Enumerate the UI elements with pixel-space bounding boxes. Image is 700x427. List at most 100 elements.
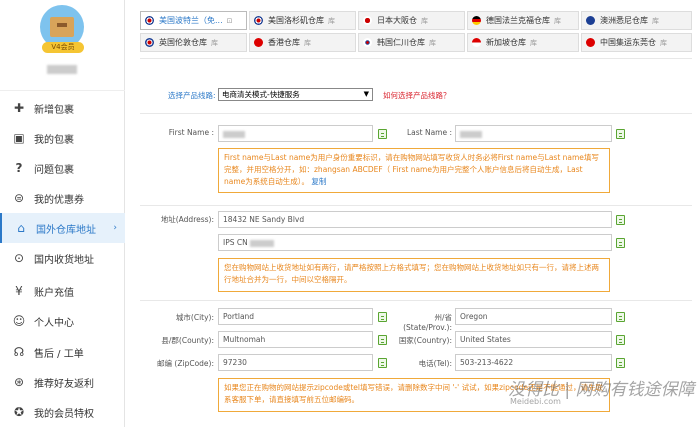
sidebar-item-add-package[interactable]: ✚ 新增包裹 [0, 93, 125, 123]
tab-australia-sydney[interactable]: 澳洲悉尼仓库库 [581, 11, 692, 30]
route-selected-value: 电商清关模式-快捷服务 [222, 90, 300, 99]
sidebar-item-label: 我的包裹 [34, 134, 74, 146]
tab-korea-incheon[interactable]: 韩国仁川仓库库 [358, 33, 465, 52]
tab-germany-frankfurt[interactable]: 德国法兰克福仓库库 [467, 11, 579, 30]
tab-label: 美国洛杉矶仓库 [268, 16, 324, 25]
divider [0, 90, 125, 91]
last-name-field[interactable] [455, 125, 612, 142]
vip-badge: V4会员 [42, 42, 84, 53]
sidebar-item-problem-packages[interactable]: ? 问题包裹 [0, 153, 125, 183]
cn-flag-icon [586, 38, 595, 47]
copy-icon[interactable] [378, 312, 387, 322]
copy-icon[interactable] [616, 312, 625, 322]
tel-field[interactable]: 503-213-4622 [455, 354, 612, 371]
state-label: 州/省(State/Prov.): [403, 313, 452, 332]
sg-flag-icon [472, 38, 481, 47]
tab-singapore[interactable]: 新加坡仓库库 [467, 33, 579, 52]
zip-field[interactable]: 97230 [218, 354, 373, 371]
plus-icon: ✚ [13, 101, 25, 115]
copy-icon[interactable] [616, 238, 625, 248]
share-icon: ⊛ [13, 375, 25, 389]
sidebar-item-member-privileges[interactable]: ✪ 我的会员特权 [0, 397, 125, 427]
sidebar-item-label: 我的优惠券 [34, 194, 84, 206]
copy-icon[interactable] [378, 129, 387, 139]
name-note: First name与Last name为用户身份重要标识，请在购物网站填写收货… [218, 148, 610, 193]
tab-uk-london[interactable]: 英国伦敦仓库库 [140, 33, 247, 52]
tab-label: 英国伦敦仓库 [159, 38, 207, 47]
section-divider [140, 113, 692, 114]
sidebar-item-label: 个人中心 [34, 317, 74, 329]
tab-us-portland[interactable]: 美国波特兰（免... ⊡ [140, 11, 247, 30]
country-field[interactable]: United States [455, 331, 612, 348]
route-help-link[interactable]: 如何选择产品线路？ [383, 90, 451, 101]
sidebar-item-label: 问题包裹 [34, 164, 74, 176]
address-note: 您在购物网站上收货地址如有两行，请严格按照上方格式填写；您在购物网站上收货地址如… [218, 258, 610, 292]
tab-label: 香港仓库 [268, 38, 300, 47]
copy-icon[interactable] [616, 335, 625, 345]
copy-icon[interactable] [378, 358, 387, 368]
watermark-url: Meidebi.com [510, 397, 561, 406]
sidebar-item-overseas-warehouse[interactable]: ⌂ 国外仓库地址 › [0, 213, 125, 243]
sidebar-item-my-packages[interactable]: ▣ 我的包裹 [0, 123, 125, 153]
country-label: 国家(Country): [398, 336, 452, 345]
address-line2-field[interactable]: IPS CN [218, 234, 612, 251]
county-field[interactable]: Multnomah [218, 331, 373, 348]
tab-suffix: 库 [554, 16, 561, 25]
copy-icon[interactable] [378, 335, 387, 345]
last-name-label: Last Name : [406, 128, 452, 137]
route-label: 选择产品线路: [168, 91, 216, 100]
sidebar-item-personal-center[interactable]: ☺ 个人中心 [0, 306, 125, 336]
sidebar-item-label: 我的会员特权 [34, 408, 94, 420]
tab-label: 德国法兰克福仓库 [486, 16, 550, 25]
us-flag-icon [254, 16, 263, 25]
tab-hong-kong[interactable]: 香港仓库库 [249, 33, 356, 52]
sidebar-item-coupons[interactable]: ⊜ 我的优惠券 [0, 183, 125, 213]
sidebar-item-recharge[interactable]: ¥ 账户充值 [0, 276, 125, 306]
tab-us-los-angeles[interactable]: 美国洛杉矶仓库库 [249, 11, 356, 30]
copy-icon[interactable] [616, 358, 625, 368]
jp-flag-icon [363, 16, 372, 25]
name-note-text: First name与Last name为用户身份重要标识，请在购物网站填写收货… [224, 153, 599, 186]
blurred-value [250, 239, 275, 247]
sidebar-item-label: 推荐好友返利 [34, 378, 94, 390]
tab-suffix: 库 [328, 16, 335, 25]
sidebar-item-label: 国内收货地址 [34, 254, 94, 266]
state-field[interactable]: Oregon [455, 308, 612, 325]
address-line1-field[interactable]: 18432 NE Sandy Blvd [218, 211, 612, 228]
sidebar-item-referral[interactable]: ⊛ 推荐好友返利 [0, 367, 125, 397]
blurred-value [223, 130, 245, 138]
section-divider [140, 300, 692, 301]
county-label: 县/郡(County): [161, 336, 214, 345]
route-select[interactable]: 电商清关模式-快捷服务 ▼ [218, 88, 373, 101]
uk-flag-icon [145, 38, 154, 47]
de-flag-icon [472, 16, 481, 25]
address-line2-value: IPS CN [223, 238, 248, 247]
house-icon: ⌂ [17, 221, 25, 235]
sidebar-item-after-sales[interactable]: ☊ 售后 / 工单 [0, 337, 125, 367]
tab-suffix: 库 [429, 38, 436, 47]
copy-link[interactable]: 复制 [311, 177, 326, 186]
copy-icon[interactable] [616, 129, 625, 139]
first-name-field[interactable] [218, 125, 373, 142]
zip-label: 邮编 (ZipCode): [157, 359, 214, 368]
tab-label: 美国波特兰（免... [159, 16, 223, 25]
us-flag-icon [145, 16, 154, 25]
tab-label: 日本大阪仓 [377, 16, 417, 25]
kr-flag-icon [363, 38, 372, 47]
copy-icon[interactable] [616, 215, 625, 225]
sidebar: V4会员 ✚ 新增包裹 ▣ 我的包裹 ? 问题包裹 ⊜ 我的优惠券 ⌂ 国外仓库地址 › ⊙… [0, 0, 125, 427]
first-name-label: First Name : [168, 128, 214, 137]
coupon-icon: ⊜ [13, 191, 25, 205]
sidebar-item-label: 国外仓库地址 [36, 224, 96, 236]
au-flag-icon [586, 16, 595, 25]
tab-suffix: 库 [660, 38, 667, 47]
sidebar-item-domestic-address[interactable]: ⊙ 国内收货地址 [0, 243, 125, 273]
city-field[interactable]: Portland [218, 308, 373, 325]
sidebar-item-label: 新增包裹 [34, 104, 74, 116]
tab-china-dongguan[interactable]: 中国集运东莞仓库 [581, 33, 692, 52]
dropdown-arrow-icon: ▼ [363, 90, 369, 98]
hk-flag-icon [254, 38, 263, 47]
medal-icon: ✪ [13, 405, 25, 419]
tab-japan-osaka[interactable]: 日本大阪仓库 [358, 11, 465, 30]
user-icon: ☺ [12, 314, 26, 328]
